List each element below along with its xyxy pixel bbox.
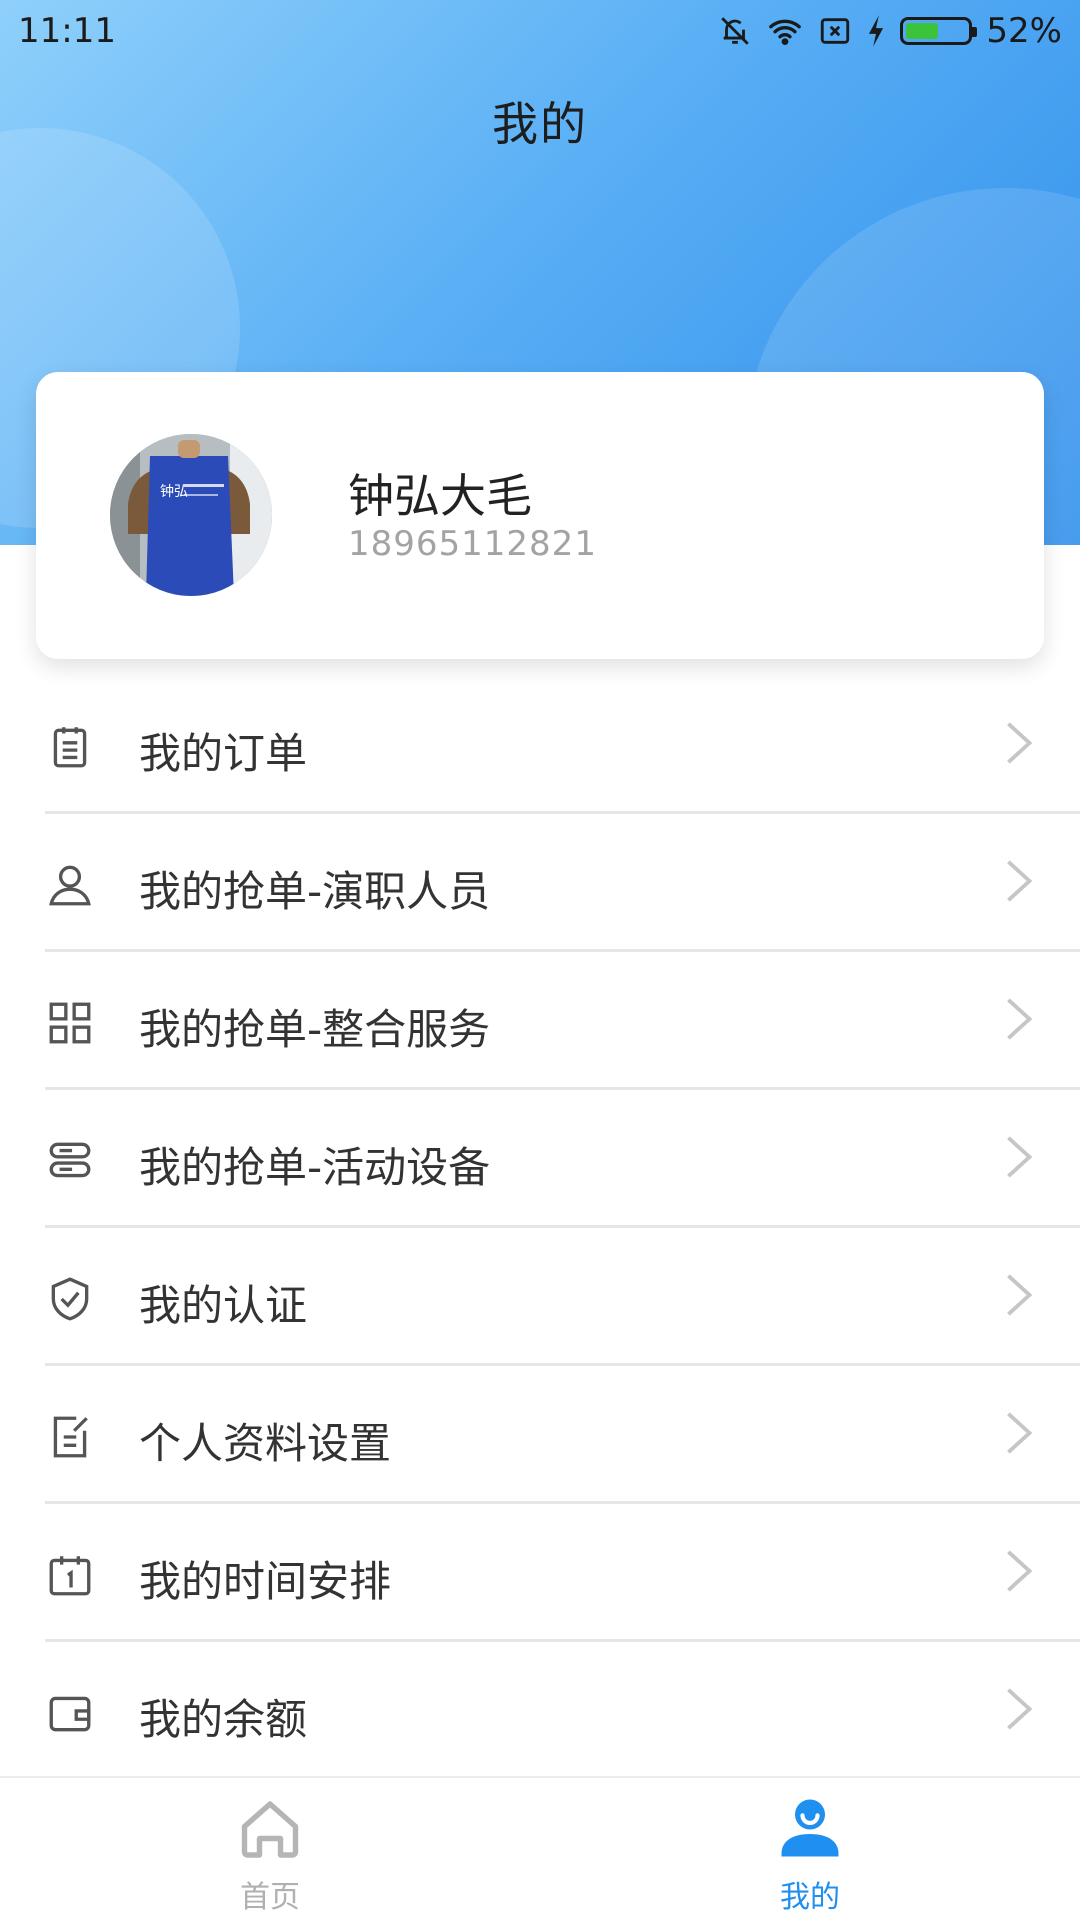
bell-off-icon	[721, 17, 750, 45]
chevron-right-icon	[1007, 722, 1033, 764]
menu-label: 个人资料设置	[139, 1419, 392, 1468]
avatar-photo: 钟弘	[110, 434, 272, 596]
menu-item-schedule[interactable]: 我的时间安排	[45, 1504, 1080, 1642]
menu-label: 我的余额	[139, 1695, 308, 1744]
avatar[interactable]: 钟弘	[110, 434, 272, 596]
chevron-right-icon	[1007, 1550, 1033, 1592]
status-bar: 11:11 52%	[0, 0, 1080, 62]
charging-bolt-icon	[869, 15, 884, 47]
menu-item-profile-settings[interactable]: 个人资料设置	[45, 1366, 1080, 1504]
chevron-right-icon	[1007, 1688, 1033, 1730]
menu-item-grab-services[interactable]: 我的抢单-整合服务	[45, 952, 1080, 1090]
tab-mine-label: 我的	[780, 1880, 840, 1915]
home-icon	[241, 1801, 299, 1858]
user-phone: 18965112821	[348, 524, 597, 564]
chevron-right-icon	[1007, 1274, 1033, 1316]
menu-item-certification[interactable]: 我的认证	[45, 1228, 1080, 1366]
tab-mine[interactable]: 我的	[540, 1778, 1080, 1920]
chevron-right-icon	[1007, 1136, 1033, 1178]
chevron-right-icon	[1007, 998, 1033, 1040]
bottom-nav: 首页 我的	[0, 1776, 1080, 1920]
menu-item-grab-equipment[interactable]: 我的抢单-活动设备	[45, 1090, 1080, 1228]
menu-item-grab-performers[interactable]: 我的抢单-演职人员	[45, 814, 1080, 952]
calendar-icon	[49, 1556, 91, 1596]
user-name: 钟弘大毛	[348, 469, 532, 523]
grid-icon	[49, 1002, 91, 1044]
menu-label: 我的时间安排	[139, 1557, 392, 1606]
tab-home[interactable]: 首页	[0, 1778, 540, 1920]
sim-x-icon	[821, 18, 850, 44]
clipboard-icon	[53, 727, 87, 768]
menu-label: 我的抢单-整合服务	[139, 1005, 491, 1054]
profile-screen: 11:11 52% 我的 钟弘 钟弘大毛 18965112821 我的订单 我的…	[0, 0, 1080, 1920]
menu-label: 我的订单	[139, 729, 308, 778]
tab-home-label: 首页	[240, 1880, 300, 1915]
battery-fill	[906, 23, 938, 39]
shield-check-icon	[51, 1277, 89, 1321]
battery-percent: 52%	[986, 11, 1062, 51]
wifi-icon	[769, 19, 802, 46]
menu-label: 我的抢单-演职人员	[139, 867, 491, 916]
chevron-right-icon	[1007, 860, 1033, 902]
person-icon	[49, 865, 91, 906]
device-stack-icon	[49, 1142, 91, 1178]
menu-item-balance[interactable]: 我的余额	[45, 1642, 1080, 1780]
menu-item-orders[interactable]: 我的订单	[45, 676, 1080, 814]
avatar-caption: 钟弘	[160, 483, 188, 500]
menu-label: 我的抢单-活动设备	[139, 1143, 491, 1192]
profile-card[interactable]: 钟弘 钟弘大毛 18965112821	[36, 372, 1044, 659]
battery-icon	[900, 17, 978, 45]
wallet-icon	[49, 1696, 91, 1732]
menu-label: 我的认证	[139, 1281, 308, 1330]
page-title: 我的	[492, 97, 588, 151]
settings-menu: 我的订单 我的抢单-演职人员 我的抢单-整合服务 我的抢单-活动设备 我的认证 …	[0, 676, 1080, 1780]
edit-note-icon	[53, 1416, 88, 1458]
status-icons: 52%	[718, 11, 1062, 51]
user-icon	[781, 1799, 839, 1857]
status-time: 11:11	[18, 11, 116, 51]
chevron-right-icon	[1007, 1412, 1033, 1454]
